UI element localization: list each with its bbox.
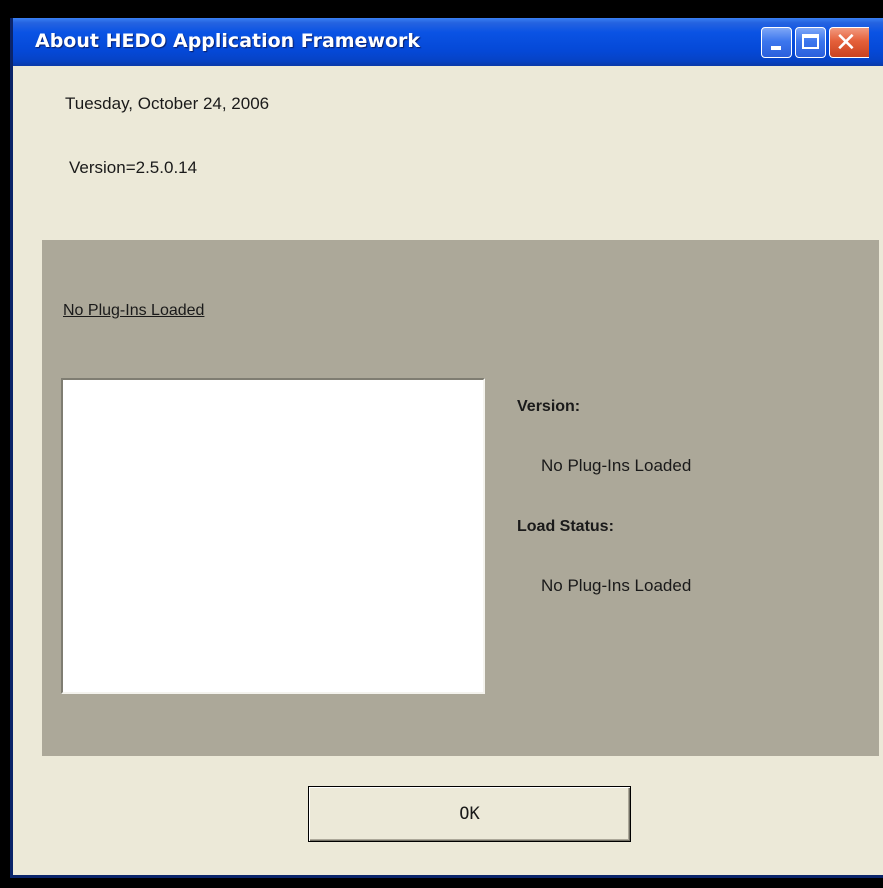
about-dialog: About HEDO Application Framework ✕ Tuesd… bbox=[10, 18, 883, 878]
plugin-version-value: No Plug-Ins Loaded bbox=[541, 456, 692, 475]
title-bar[interactable]: About HEDO Application Framework ✕ bbox=[13, 18, 883, 66]
window-title: About HEDO Application Framework bbox=[35, 30, 421, 52]
load-status-heading: Load Status: bbox=[517, 518, 614, 535]
load-status-value: No Plug-Ins Loaded bbox=[541, 576, 692, 595]
plugin-list[interactable] bbox=[61, 378, 485, 694]
plugins-loaded-link[interactable]: No Plug-Ins Loaded bbox=[63, 302, 204, 320]
minimize-button[interactable] bbox=[761, 27, 792, 58]
plugin-panel: No Plug-Ins Loaded Version: No Plug-Ins … bbox=[42, 240, 879, 756]
plugin-version-heading: Version: bbox=[517, 398, 581, 415]
maximize-icon bbox=[802, 34, 819, 49]
date-label: Tuesday, October 24, 2006 bbox=[65, 94, 270, 113]
close-button[interactable]: ✕ bbox=[829, 27, 869, 58]
version-label: Version=2.5.0.14 bbox=[69, 158, 198, 177]
ok-button[interactable]: OK bbox=[308, 786, 631, 842]
close-icon: ✕ bbox=[835, 28, 857, 58]
minimize-icon bbox=[771, 46, 781, 50]
maximize-button[interactable] bbox=[795, 27, 826, 58]
